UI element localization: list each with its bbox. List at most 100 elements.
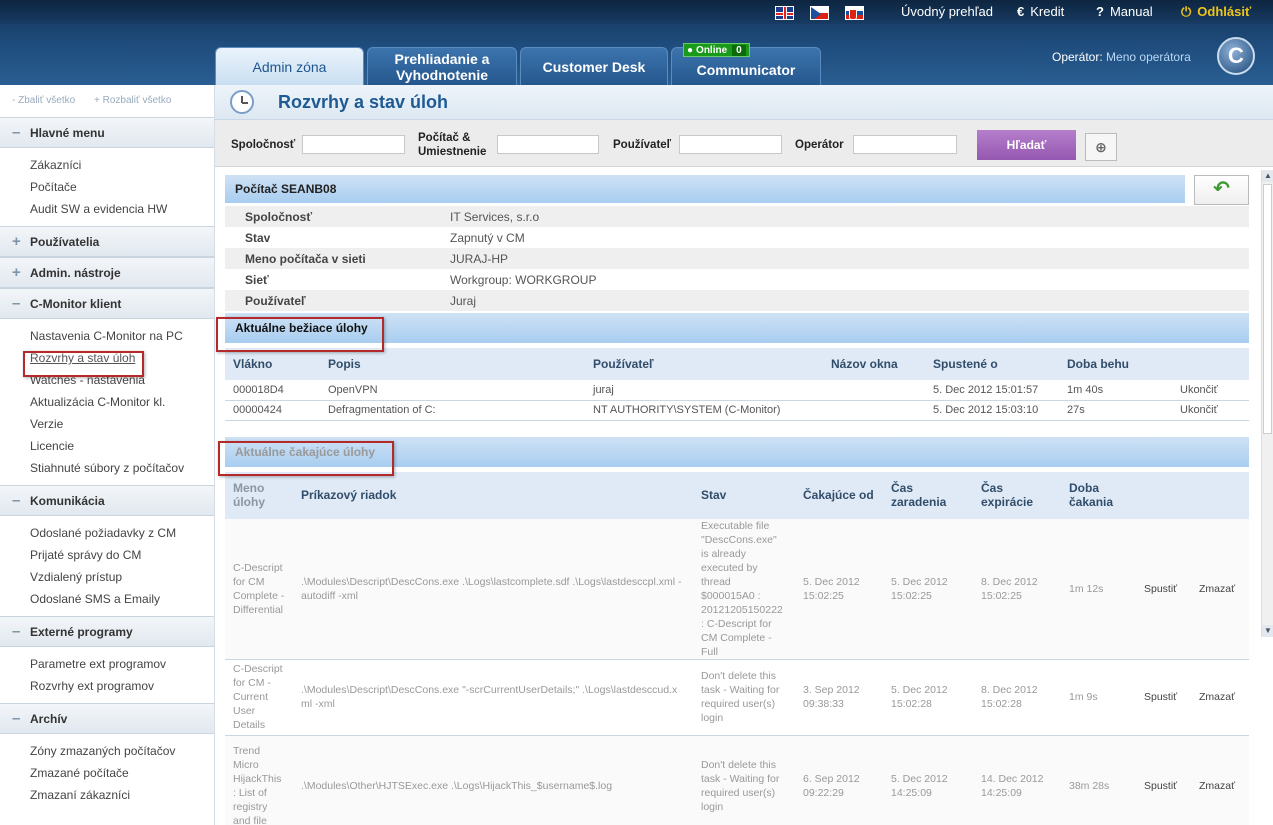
collapse-icon[interactable]: – [12, 124, 30, 141]
sidebar-item[interactable]: Parametre ext programov [30, 653, 214, 675]
credit-link[interactable]: € Kredit [1017, 4, 1064, 19]
table-cell: .\Modules\Other\HJTSExec.exe .\Logs\Hija… [293, 735, 693, 825]
sidebar-item[interactable]: Vzdialený prístup [30, 566, 214, 588]
column-header: Používateľ [585, 348, 823, 380]
info-key: Stav [245, 230, 271, 245]
table-cell: C-Descript for CM Complete - Differentia… [225, 518, 293, 660]
sidebar-item[interactable]: Aktualizácia C-Monitor kl. [30, 391, 214, 413]
collapse-all-link[interactable]: - Zbaliť všetko [12, 95, 75, 106]
sidebar-item[interactable]: Audit SW a evidencia HW [30, 198, 214, 220]
sidebar-section[interactable]: – Archív [0, 703, 214, 734]
expand-icon[interactable]: + [12, 264, 30, 281]
sidebar-section[interactable]: – C-Monitor klient [0, 288, 214, 319]
sidebar-items: Nastavenia C-Monitor na PC Rozvrhy a stav… [0, 319, 214, 485]
collapse-icon[interactable]: – [12, 710, 30, 727]
scroll-down-icon[interactable]: ▼ [1262, 625, 1273, 637]
info-value: Zapnutý v CM [450, 230, 525, 245]
power-icon: ⏻ [1181, 4, 1192, 19]
sidebar-item[interactable]: Nastavenia C-Monitor na PC [30, 325, 214, 347]
operator-filter-input[interactable] [853, 135, 957, 154]
collapse-icon[interactable]: – [12, 623, 30, 640]
table-row: 000018D4 OpenVPN juraj 5. Dec 2012 15:01:57… [225, 380, 1249, 401]
sidebar-item[interactable]: Licencie [30, 435, 214, 457]
info-key: Používateľ [245, 293, 306, 308]
sidebar-section[interactable]: – Hlavné menu [0, 117, 214, 148]
run-task-link[interactable]: Spustiť [1136, 518, 1191, 660]
company-filter-label: Spoločnosť [231, 139, 296, 151]
highlight-box-waiting [218, 441, 394, 476]
company-filter-input[interactable] [302, 135, 405, 154]
table-cell: 1m 9s [1061, 659, 1136, 736]
table-cell: Defragmentation of C: [320, 400, 585, 421]
sidebar-item[interactable]: Rozvrhy ext programov [30, 675, 214, 697]
sidebar-item[interactable]: Odoslané SMS a Emaily [30, 588, 214, 610]
sidebar-section-title: Externé programy [30, 624, 133, 639]
computer-header: Počítač SEANB08 [225, 175, 1185, 204]
sidebar-section-title: Archív [30, 711, 68, 726]
computer-filter-label-line2: Umiestnenie [418, 146, 487, 158]
operator-label: Operátor: [1052, 50, 1103, 64]
tab-browse-evaluate[interactable]: Prehliadanie a Vyhodnotenie [367, 47, 517, 85]
run-task-link[interactable]: Spustiť [1136, 659, 1191, 736]
sidebar-menu: – Hlavné menu Zákazníci Počítače Audit SW a … [0, 117, 214, 812]
scroll-thumb[interactable] [1263, 184, 1272, 434]
table-cell: 3. Sep 2012 09:38:33 [795, 659, 883, 736]
sidebar-section[interactable]: – Komunikácia [0, 485, 214, 516]
delete-task-link[interactable]: Zmazať [1191, 518, 1249, 660]
english-flag-icon[interactable] [775, 6, 794, 20]
sidebar-item[interactable]: Zmazaní zákazníci [30, 784, 214, 806]
running-tasks-header-row: Vlákno Popis Používateľ Názov okna Spustené … [225, 348, 1249, 380]
table-cell: 8. Dec 2012 15:02:28 [973, 659, 1061, 736]
stop-task-link[interactable]: Ukončiť [1172, 380, 1249, 401]
tab-admin-zone[interactable]: Admin zóna [215, 47, 364, 85]
sidebar-item[interactable]: Odoslané požiadavky z CM [30, 522, 214, 544]
online-label: Online [696, 44, 728, 56]
info-row: Sieť Workgroup: WORKGROUP [225, 269, 1249, 290]
operator-name[interactable]: Meno operátora [1106, 50, 1191, 64]
advanced-search-icon[interactable]: ⊕ [1085, 133, 1117, 161]
collapse-icon[interactable]: – [12, 295, 30, 312]
back-arrow-icon[interactable]: ↶ [1194, 175, 1249, 205]
stop-task-link[interactable]: Ukončiť [1172, 400, 1249, 421]
slovak-flag-icon[interactable] [845, 6, 864, 20]
expand-all-link[interactable]: + Rozbaliť všetko [94, 95, 171, 106]
info-key: Spoločnosť [245, 209, 313, 224]
sidebar-item[interactable]: Prijaté správy do CM [30, 544, 214, 566]
scroll-up-icon[interactable]: ▲ [1262, 170, 1273, 182]
sidebar-item[interactable]: Zákazníci [30, 154, 214, 176]
sidebar-item[interactable]: Zóny zmazaných počítačov [30, 740, 214, 762]
table-cell: Trend Micro HijackThis : List of registr… [225, 735, 293, 825]
computer-filter-input[interactable] [497, 135, 599, 154]
sidebar-item[interactable]: Stiahnuté súbory z počítačov [30, 457, 214, 479]
search-button[interactable]: Hľadať [977, 130, 1076, 160]
highlight-box-menu [23, 351, 144, 377]
expand-icon[interactable]: + [12, 233, 30, 250]
table-cell: juraj [585, 380, 823, 401]
tab-customer-desk[interactable]: Customer Desk [520, 47, 668, 85]
sidebar-item[interactable]: Zmazané počítače [30, 762, 214, 784]
sidebar-item[interactable]: Počítače [30, 176, 214, 198]
tab-label: Communicator [696, 61, 796, 78]
table-cell: 5. Dec 2012 15:01:57 [925, 380, 1059, 401]
euro-icon: € [1017, 4, 1025, 19]
sidebar-section[interactable]: + Admin. nástroje [0, 257, 214, 288]
delete-task-link[interactable]: Zmazať [1191, 659, 1249, 736]
sidebar-section[interactable]: + Používatelia [0, 226, 214, 257]
table-cell: 5. Dec 2012 15:03:10 [925, 400, 1059, 421]
user-filter-input[interactable] [679, 135, 782, 154]
online-badge: ● Online 0 [683, 43, 750, 57]
scrollbar[interactable]: ▲ ▼ [1261, 170, 1273, 637]
computer-filter-label: Počítač & Umiestnenie [418, 131, 486, 159]
run-task-link[interactable]: Spustiť [1136, 735, 1191, 825]
logout-link[interactable]: ⏻ Odhlásiť [1181, 4, 1251, 20]
table-cell: 5. Dec 2012 15:02:25 [795, 518, 883, 660]
delete-task-link[interactable]: Zmazať [1191, 735, 1249, 825]
sidebar-item[interactable]: Verzie [30, 413, 214, 435]
table-row: Trend Micro HijackThis : List of registr… [225, 735, 1249, 825]
collapse-icon[interactable]: – [12, 492, 30, 509]
sidebar-section-title: Používatelia [30, 234, 100, 249]
sidebar-section[interactable]: – Externé programy [0, 616, 214, 647]
manual-link[interactable]: ? Manual [1096, 4, 1153, 19]
czech-flag-icon[interactable] [810, 6, 829, 20]
overview-link[interactable]: Úvodný prehľad [901, 4, 993, 19]
